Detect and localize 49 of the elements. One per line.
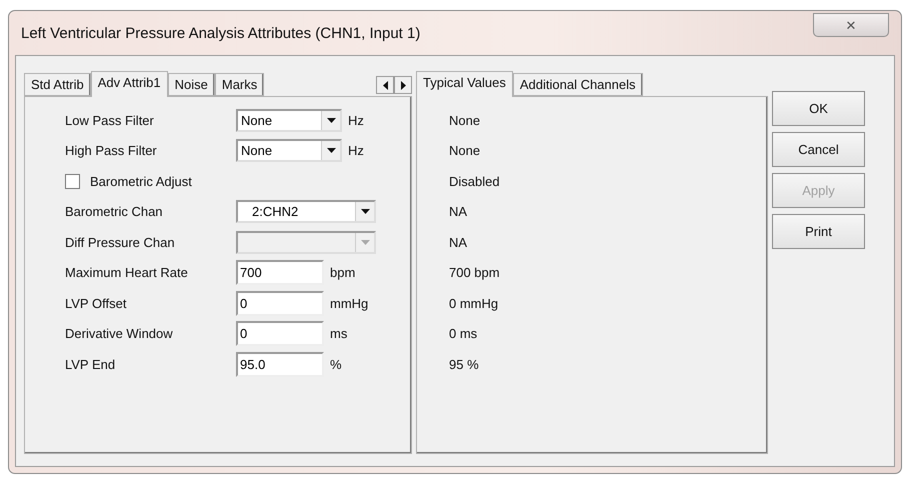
typical-value: 0 mmHg xyxy=(448,294,500,313)
unit-label: bpm xyxy=(330,265,356,280)
typical-value: 700 bpm xyxy=(448,264,501,282)
dropdown[interactable]: None xyxy=(236,139,342,162)
input-field[interactable]: 0 xyxy=(236,321,324,346)
field-label: Barometric Chan xyxy=(65,204,164,220)
tab[interactable]: Noise xyxy=(168,73,215,96)
unit-label: mmHg xyxy=(330,296,368,311)
checkbox[interactable] xyxy=(65,174,80,189)
tab[interactable]: Adv Attrib1 xyxy=(90,71,168,97)
typical-value: None xyxy=(448,112,482,130)
dropdown-arrow-icon xyxy=(326,148,336,154)
checkbox-label: Barometric Adjust xyxy=(90,174,192,189)
input-field[interactable]: 95.0 xyxy=(236,352,324,377)
typical-value: 0 ms xyxy=(448,325,478,344)
scroll-right-icon[interactable] xyxy=(394,76,412,94)
scroll-left-icon[interactable] xyxy=(376,76,394,94)
window-title: Left Ventricular Pressure Analysis Attributes (CHN1, Input 1) xyxy=(21,24,420,42)
dropdown[interactable]: None xyxy=(236,108,342,132)
field-label: Maximum Heart Rate xyxy=(65,265,189,280)
close-button[interactable]: ✕ xyxy=(813,13,889,37)
dialog-button[interactable]: OK xyxy=(772,91,865,126)
unit-label: ms xyxy=(330,326,348,342)
dialog-button[interactable]: Cancel xyxy=(772,132,865,167)
field-label: LVP End xyxy=(65,356,116,372)
dropdown[interactable]: 2:CHN2 xyxy=(236,200,376,224)
input-field[interactable]: 700 xyxy=(236,260,324,286)
input-field[interactable]: 0 xyxy=(236,290,324,316)
dropdown-arrow-icon xyxy=(326,118,336,123)
typical-value: None xyxy=(448,142,482,160)
field-label: LVP Offset xyxy=(65,296,128,311)
typical-value: 95 % xyxy=(448,356,480,374)
tab[interactable]: Std Attrib xyxy=(24,73,91,96)
dropdown-arrow-icon xyxy=(360,209,370,214)
tab[interactable]: Marks xyxy=(214,73,264,96)
field-label: High Pass Filter xyxy=(65,143,158,158)
typical-value: Disabled xyxy=(448,172,501,191)
tab[interactable]: Typical Values xyxy=(416,71,513,97)
field-label: Diff Pressure Chan xyxy=(65,234,176,250)
tab[interactable]: Additional Channels xyxy=(512,73,642,96)
dropdown-arrow-icon xyxy=(360,240,370,245)
dialog-button[interactable]: Print xyxy=(772,214,865,249)
typical-value: NA xyxy=(448,234,468,252)
unit-label: % xyxy=(330,356,342,372)
field-label: Low Pass Filter xyxy=(65,112,155,128)
unit-label: Hz xyxy=(348,143,364,158)
typical-value: NA xyxy=(448,203,468,222)
field-label: Derivative Window xyxy=(65,326,174,342)
unit-label: Hz xyxy=(348,112,364,128)
